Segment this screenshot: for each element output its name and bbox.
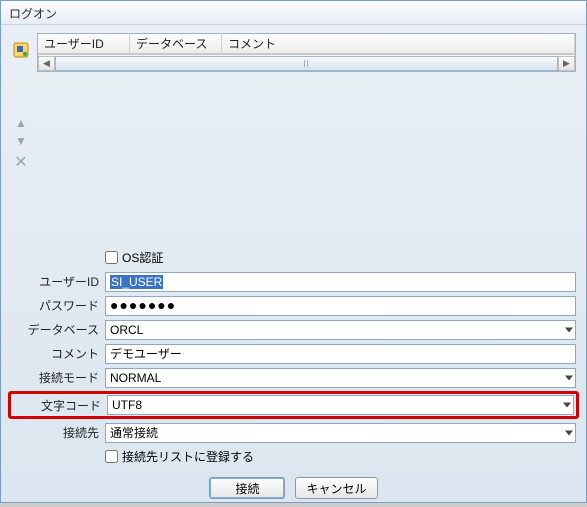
user-id-label: ユーザーID [11,273,105,290]
comment-label: コメント [11,345,105,362]
os-auth-row: OS認証 [11,247,576,268]
user-id-row: ユーザーID SI_USER [11,271,576,292]
database-row: データベース [11,319,576,340]
cancel-button[interactable]: キャンセル [295,477,377,499]
os-auth-checkbox[interactable] [105,251,118,264]
charset-row: 文字コード [13,395,574,415]
logon-dialog: ログオン ▲ ▼ ✕ ユーザーID [0,0,587,503]
password-label: パスワード [11,297,105,314]
connection-grid[interactable]: ユーザーID データベース コメント SI_USER ORCL デモユーザー ◀ [37,33,576,72]
comment-row: コメント [11,343,576,364]
charset-highlight: 文字コード [8,391,579,419]
connect-mode-combo[interactable] [105,368,576,388]
grid-header: ユーザーID データベース コメント [38,34,575,54]
content-area: ▲ ▼ ✕ ユーザーID データベース コメント SI_USER ORCL デモ… [1,25,586,507]
col-header-user-id[interactable]: ユーザーID [38,33,130,54]
os-auth-label: OS認証 [122,249,163,266]
logon-form: OS認証 ユーザーID SI_USER パスワード ●●●●●●● データベース [11,247,576,467]
col-header-database[interactable]: データベース [130,33,222,54]
password-row: パスワード ●●●●●●● [11,295,576,316]
scroll-right-button[interactable]: ▶ [558,56,575,71]
app-icon [12,41,30,59]
move-up-icon[interactable]: ▲ [15,117,27,129]
charset-label: 文字コード [13,397,107,414]
move-down-icon[interactable]: ▼ [15,135,27,147]
button-bar: 接続 キャンセル [11,477,576,499]
user-id-input[interactable]: SI_USER [105,272,576,292]
col-header-comment[interactable]: コメント [222,33,575,54]
comment-input[interactable] [105,344,576,364]
window-title: ログオン [9,7,57,21]
connect-mode-row: 接続モード [11,367,576,388]
connect-button[interactable]: 接続 [209,477,285,499]
connect-to-combo[interactable] [105,423,576,443]
charset-combo[interactable] [107,395,574,415]
user-id-value: SI_USER [110,275,163,289]
save-to-list-checkbox[interactable] [105,450,118,463]
horizontal-scrollbar[interactable]: ◀ ▶ [38,54,575,71]
connect-mode-label: 接続モード [11,369,105,386]
scroll-left-button[interactable]: ◀ [38,56,55,71]
connection-list-area: ▲ ▼ ✕ ユーザーID データベース コメント SI_USER ORCL デモ… [11,33,576,233]
save-to-list-label: 接続先リストに登録する [122,448,254,465]
connect-to-row: 接続先 [11,422,576,443]
titlebar: ログオン [1,1,586,25]
connect-to-label: 接続先 [11,424,105,441]
save-to-list-row: 接続先リストに登録する [11,446,576,467]
scroll-thumb[interactable] [55,56,558,71]
database-combo[interactable] [105,320,576,340]
delete-icon[interactable]: ✕ [14,155,27,171]
side-controls: ▲ ▼ ✕ [11,33,31,171]
password-input[interactable]: ●●●●●●● [105,296,576,316]
database-label: データベース [11,321,105,338]
scroll-track[interactable] [55,56,558,71]
